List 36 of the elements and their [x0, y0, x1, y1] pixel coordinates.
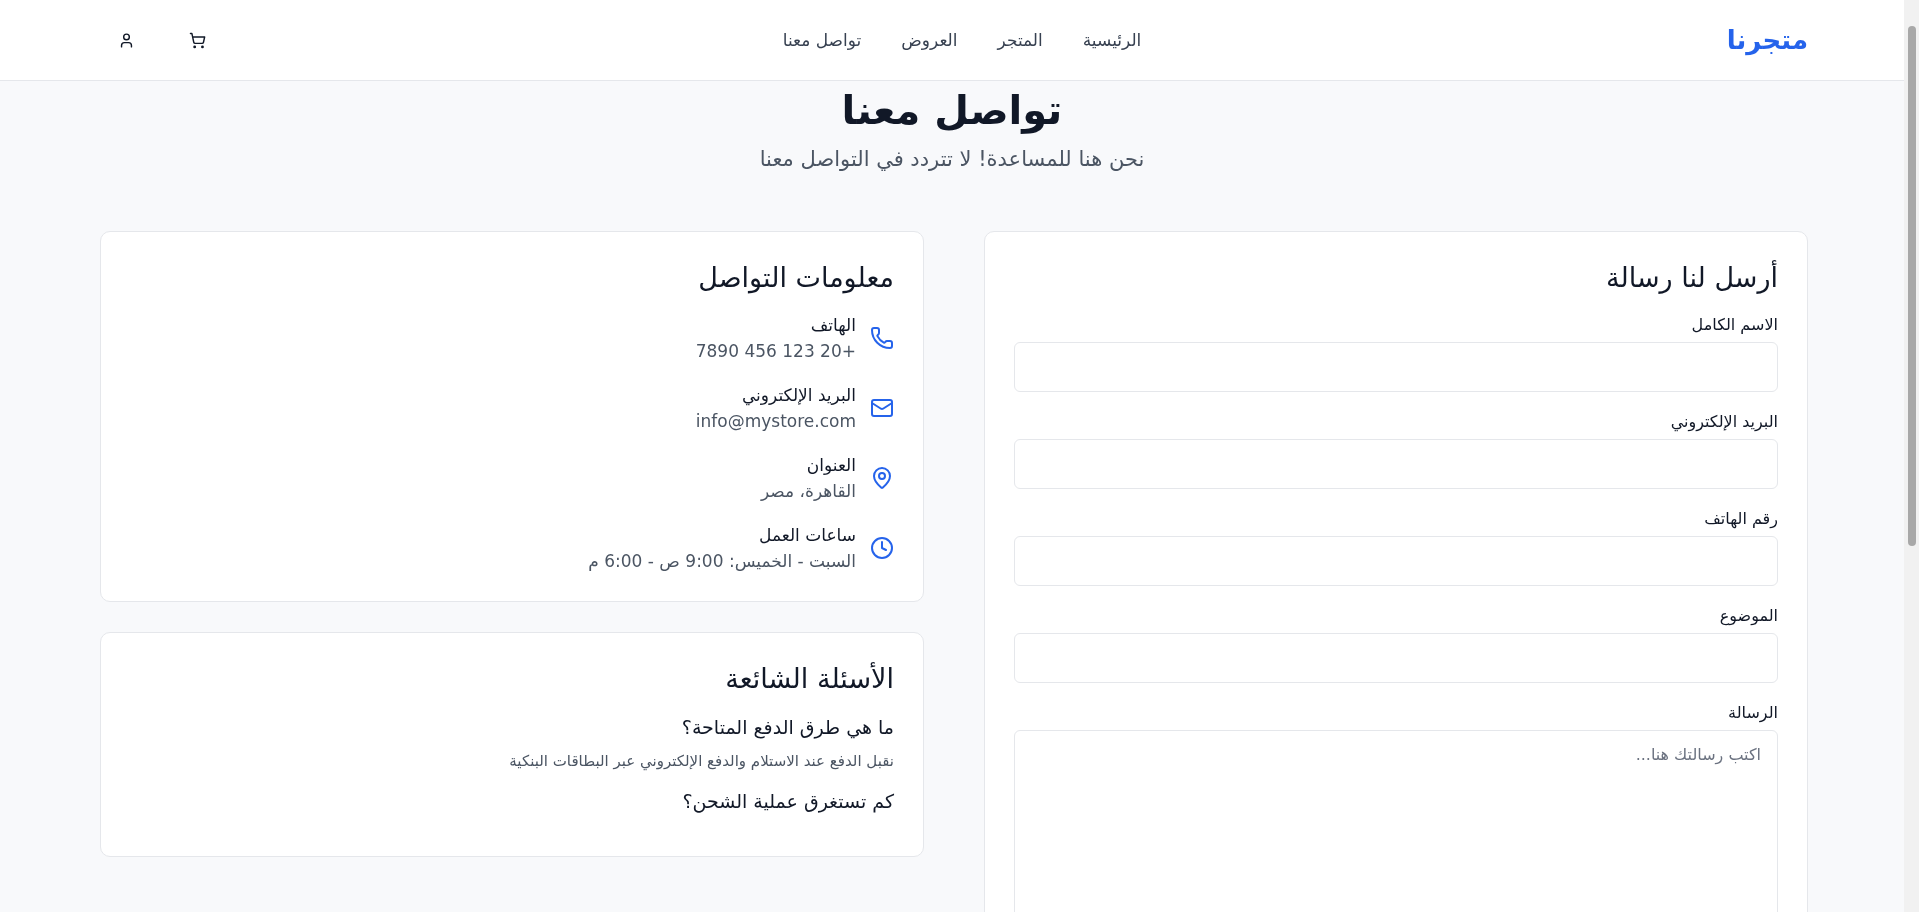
- nav-link[interactable]: العروض: [901, 30, 958, 50]
- page-subtitle: نحن هنا للمساعدة! لا تتردد في التواصل معنا: [759, 147, 1145, 171]
- store-logo[interactable]: متجرنا: [1628, 25, 1808, 55]
- message-field[interactable]: اكتب رسالتك هنا...: [1014, 730, 1778, 912]
- contact-value: +20 123 456 7890: [695, 341, 856, 361]
- nav-link[interactable]: المتجر: [997, 30, 1043, 50]
- field-label: الموضوع: [1718, 606, 1778, 625]
- field-label: الاسم الكامل: [1690, 315, 1778, 334]
- nav-link[interactable]: الرئيسية: [1082, 30, 1142, 50]
- input-field[interactable]: [1014, 536, 1778, 586]
- card-title: الأسئلة الشائعة: [724, 663, 894, 694]
- contact-label: العنوان: [805, 455, 856, 475]
- contact-value: info@mystore.com: [695, 411, 856, 431]
- input-field[interactable]: [1014, 439, 1778, 489]
- contact-label: ساعات العمل: [758, 525, 856, 545]
- faq-answer: نقبل الدفع عند الاستلام والدفع الإلكتروني عبر البطاقات البنكية: [508, 752, 894, 770]
- mail-icon: [870, 396, 894, 420]
- contact-value: القاهرة، مصر: [760, 481, 856, 501]
- page-title: تواصل معنا: [841, 87, 1063, 133]
- map-pin-icon: [870, 466, 894, 490]
- faq-question: كم تستغرق عملية الشحن؟: [681, 790, 894, 812]
- card-title: معلومات التواصل: [697, 262, 894, 293]
- contact-label: الهاتف: [809, 315, 856, 335]
- field-label: البريد الإلكتروني: [1669, 412, 1778, 431]
- clock-icon: [870, 536, 894, 560]
- faq-question: ما هي طرق الدفع المتاحة؟: [680, 716, 894, 738]
- contact-label: البريد الإلكتروني: [740, 385, 856, 405]
- scrollbar[interactable]: [1904, 0, 1919, 912]
- nav-link[interactable]: تواصل معنا: [782, 30, 862, 50]
- field-label: الرسالة: [1727, 703, 1778, 722]
- phone-icon: [870, 326, 894, 350]
- field-label: رقم الهاتف: [1703, 509, 1778, 528]
- input-field[interactable]: [1014, 633, 1778, 683]
- contact-value: السبت - الخميس: 9:00 ص - 6:00 م: [588, 551, 856, 571]
- input-field[interactable]: [1014, 342, 1778, 392]
- card-title: أرسل لنا رسالة: [1605, 262, 1778, 293]
